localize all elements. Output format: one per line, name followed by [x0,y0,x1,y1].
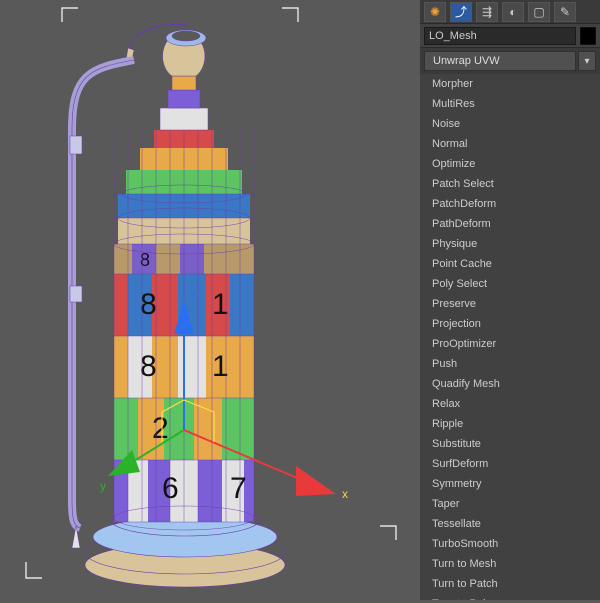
modifier-item[interactable]: TurboSmooth [420,534,600,554]
object-name-input[interactable] [424,27,576,45]
modifier-item[interactable]: Optimize [420,154,600,174]
modifier-item[interactable]: Physique [420,234,600,254]
utilities-icon[interactable]: ✎ [554,2,576,22]
modifier-item[interactable]: Tessellate [420,514,600,534]
modifier-item[interactable]: Quadify Mesh [420,374,600,394]
modifier-item[interactable]: Preserve [420,294,600,314]
viewport-svg: 6 7 2 8 1 8 1 8 [0,0,420,600]
svg-text:8: 8 [140,288,157,321]
modifier-item[interactable]: Turn to Patch [420,574,600,594]
modifier-item[interactable]: Substitute [420,434,600,454]
modifier-item[interactable]: Relax [420,394,600,414]
svg-text:7: 7 [230,472,247,505]
modifier-selector-row: Unwrap UVW ▾ [420,48,600,74]
object-color-swatch[interactable] [580,27,596,45]
svg-text:6: 6 [162,472,179,505]
modifier-item[interactable]: PathDeform [420,214,600,234]
modifier-selector-button[interactable]: Unwrap UVW [424,51,576,71]
object-name-field [420,24,600,48]
modifier-item[interactable]: PatchDeform [420,194,600,214]
modifier-item[interactable]: Normal [420,134,600,154]
command-panel: ✺ ⤴ ⇶ ◐ ▢ ✎ Unwrap UVW ▾ MorpherMultiRes… [420,0,600,600]
modifier-item[interactable]: Taper [420,494,600,514]
command-panel-tabs: ✺ ⤴ ⇶ ◐ ▢ ✎ [420,0,600,24]
sun-icon[interactable]: ✺ [424,2,446,22]
chevron-down-icon: ▾ [584,56,589,67]
modifier-item[interactable]: Symmetry [420,474,600,494]
modifier-item[interactable]: Point Cache [420,254,600,274]
modifier-item[interactable]: Turn to Poly [420,594,600,600]
modifier-item[interactable]: SurfDeform [420,454,600,474]
svg-text:z: z [190,287,196,301]
modifier-item[interactable]: Poly Select [420,274,600,294]
modifier-item[interactable]: Turn to Mesh [420,554,600,574]
viewport-3d[interactable]: 6 7 2 8 1 8 1 8 [0,0,420,600]
current-modifier-label: Unwrap UVW [433,55,500,67]
display-icon[interactable]: ▢ [528,2,550,22]
modifier-item[interactable]: ProOptimizer [420,334,600,354]
svg-text:8: 8 [140,350,157,383]
svg-text:8: 8 [140,250,150,270]
svg-text:x: x [342,487,348,501]
modifier-item[interactable]: Patch Select [420,174,600,194]
hierarchy-icon[interactable]: ⇶ [476,2,498,22]
modifier-item[interactable]: Ripple [420,414,600,434]
modifier-item[interactable]: Noise [420,114,600,134]
motion-icon[interactable]: ◐ [502,2,524,22]
modifier-item[interactable]: MultiRes [420,94,600,114]
curve-icon[interactable]: ⤴ [450,2,472,22]
modifier-item[interactable]: Projection [420,314,600,334]
modifier-item[interactable]: Push [420,354,600,374]
modifier-list[interactable]: MorpherMultiResNoiseNormalOptimizePatch … [420,74,600,600]
modifier-item[interactable]: Morpher [420,74,600,94]
modifier-dropdown-arrow[interactable]: ▾ [578,51,596,71]
svg-text:y: y [100,479,106,493]
